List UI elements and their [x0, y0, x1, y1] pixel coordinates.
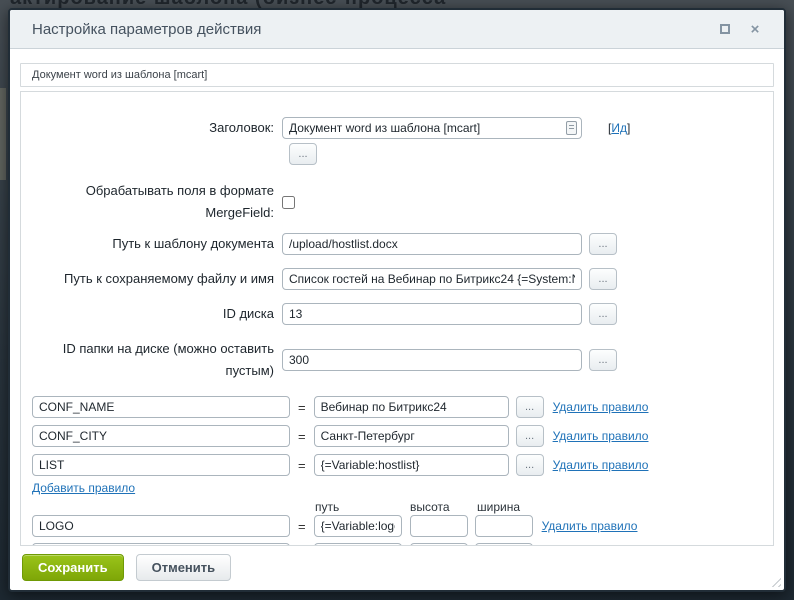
- action-settings-dialog: Настройка параметров действия × Документ…: [8, 8, 786, 592]
- disk-id-label: ID диска: [21, 303, 274, 325]
- image-row: = Удалить правило: [32, 515, 773, 537]
- equals-sign: =: [298, 519, 306, 534]
- title-label: Заголовок:: [21, 117, 274, 139]
- action-name-header: Документ word из шаблона [mcart]: [20, 63, 774, 87]
- backdrop-page-title: актирование шаблона (бизнес-процесса: [0, 0, 794, 8]
- dialog-titlebar: Настройка параметров действия ×: [10, 10, 784, 49]
- mergefield-row: Обрабатывать поля в формате MergeField:: [21, 180, 773, 224]
- delete-rule-link[interactable]: Удалить правило: [553, 429, 649, 443]
- rule-value-input[interactable]: [314, 454, 509, 476]
- mergefield-checkbox[interactable]: [282, 196, 295, 209]
- rule-value-input[interactable]: [314, 396, 509, 418]
- save-button[interactable]: Сохранить: [22, 554, 124, 581]
- save-path-input[interactable]: [282, 268, 582, 290]
- height-column-header: высота: [410, 500, 450, 514]
- folder-id-input[interactable]: [282, 349, 582, 371]
- template-path-dots-button[interactable]: ...: [589, 233, 617, 255]
- image-path-input[interactable]: [314, 543, 402, 546]
- image-headers: путь высота ширина: [21, 500, 773, 515]
- maximize-icon: [720, 24, 730, 34]
- dialog-footer: Сохранить Отменить: [22, 554, 784, 581]
- rule-name-input[interactable]: [32, 396, 290, 418]
- cancel-button[interactable]: Отменить: [136, 554, 232, 581]
- rule-row: = ... Удалить правило: [32, 425, 773, 447]
- template-path-label: Путь к шаблону документа: [21, 233, 274, 255]
- id-link-close: ]: [627, 121, 630, 135]
- folder-id-label: ID папки на диске (можно оставить пустым…: [21, 338, 274, 382]
- rule-row: = ... Удалить правило: [32, 454, 773, 476]
- id-link[interactable]: Ид: [611, 121, 627, 135]
- disk-id-input[interactable]: [282, 303, 582, 325]
- image-name-input[interactable]: [32, 543, 290, 546]
- equals-sign: =: [298, 429, 306, 444]
- template-path-input[interactable]: [282, 233, 582, 255]
- image-height-input[interactable]: [410, 515, 468, 537]
- rule-dots-button[interactable]: ...: [516, 396, 544, 418]
- equals-sign: =: [298, 400, 306, 415]
- title-input-wrap: [282, 117, 582, 139]
- template-path-row: Путь к шаблону документа ...: [21, 233, 773, 255]
- image-width-input[interactable]: [475, 515, 533, 537]
- add-rule-link[interactable]: Добавить правило: [32, 481, 135, 495]
- image-width-input[interactable]: [475, 543, 533, 546]
- rule-dots-button[interactable]: ...: [516, 425, 544, 447]
- backdrop-left-fragment: [0, 88, 6, 180]
- image-row: = Удалить правило: [32, 543, 773, 546]
- title-row: Заголовок: [Ид]: [21, 117, 773, 139]
- image-height-input[interactable]: [410, 543, 468, 546]
- rule-dots-button[interactable]: ...: [516, 454, 544, 476]
- mergefield-label: Обрабатывать поля в формате MergeField:: [21, 180, 274, 224]
- insert-value-icon[interactable]: [566, 121, 577, 135]
- equals-sign: =: [298, 458, 306, 473]
- save-path-row: Путь к сохраняемому файлу и имя ...: [21, 268, 773, 290]
- title-input[interactable]: [282, 117, 582, 139]
- settings-form: Заголовок: [Ид] ... Обрабатывать поля в …: [20, 91, 774, 546]
- image-name-input[interactable]: [32, 515, 290, 537]
- folder-id-row: ID папки на диске (можно оставить пустым…: [21, 338, 773, 382]
- title-dots-button[interactable]: ...: [289, 143, 317, 165]
- id-link-wrap: [Ид]: [608, 121, 630, 135]
- title-dots-row: ...: [282, 143, 773, 165]
- delete-image-link[interactable]: Удалить правило: [542, 519, 638, 533]
- maximize-button[interactable]: [714, 18, 736, 40]
- disk-id-row: ID диска ...: [21, 303, 773, 325]
- width-column-header: ширина: [477, 500, 520, 514]
- rule-name-input[interactable]: [32, 454, 290, 476]
- close-button[interactable]: ×: [744, 18, 766, 40]
- path-column-header: путь: [315, 500, 339, 514]
- save-path-label: Путь к сохраняемому файлу и имя: [21, 268, 274, 290]
- image-path-input[interactable]: [314, 515, 402, 537]
- delete-rule-link[interactable]: Удалить правило: [553, 400, 649, 414]
- rule-name-input[interactable]: [32, 425, 290, 447]
- dialog-title: Настройка параметров действия: [32, 21, 706, 38]
- save-path-dots-button[interactable]: ...: [589, 268, 617, 290]
- rule-row: = ... Удалить правило: [32, 396, 773, 418]
- disk-id-dots-button[interactable]: ...: [589, 303, 617, 325]
- rule-value-input[interactable]: [314, 425, 509, 447]
- folder-id-dots-button[interactable]: ...: [589, 349, 617, 371]
- delete-rule-link[interactable]: Удалить правило: [553, 458, 649, 472]
- close-icon: ×: [751, 22, 760, 37]
- backdrop-page-title-text: актирование шаблона (бизнес-процесса: [10, 0, 446, 8]
